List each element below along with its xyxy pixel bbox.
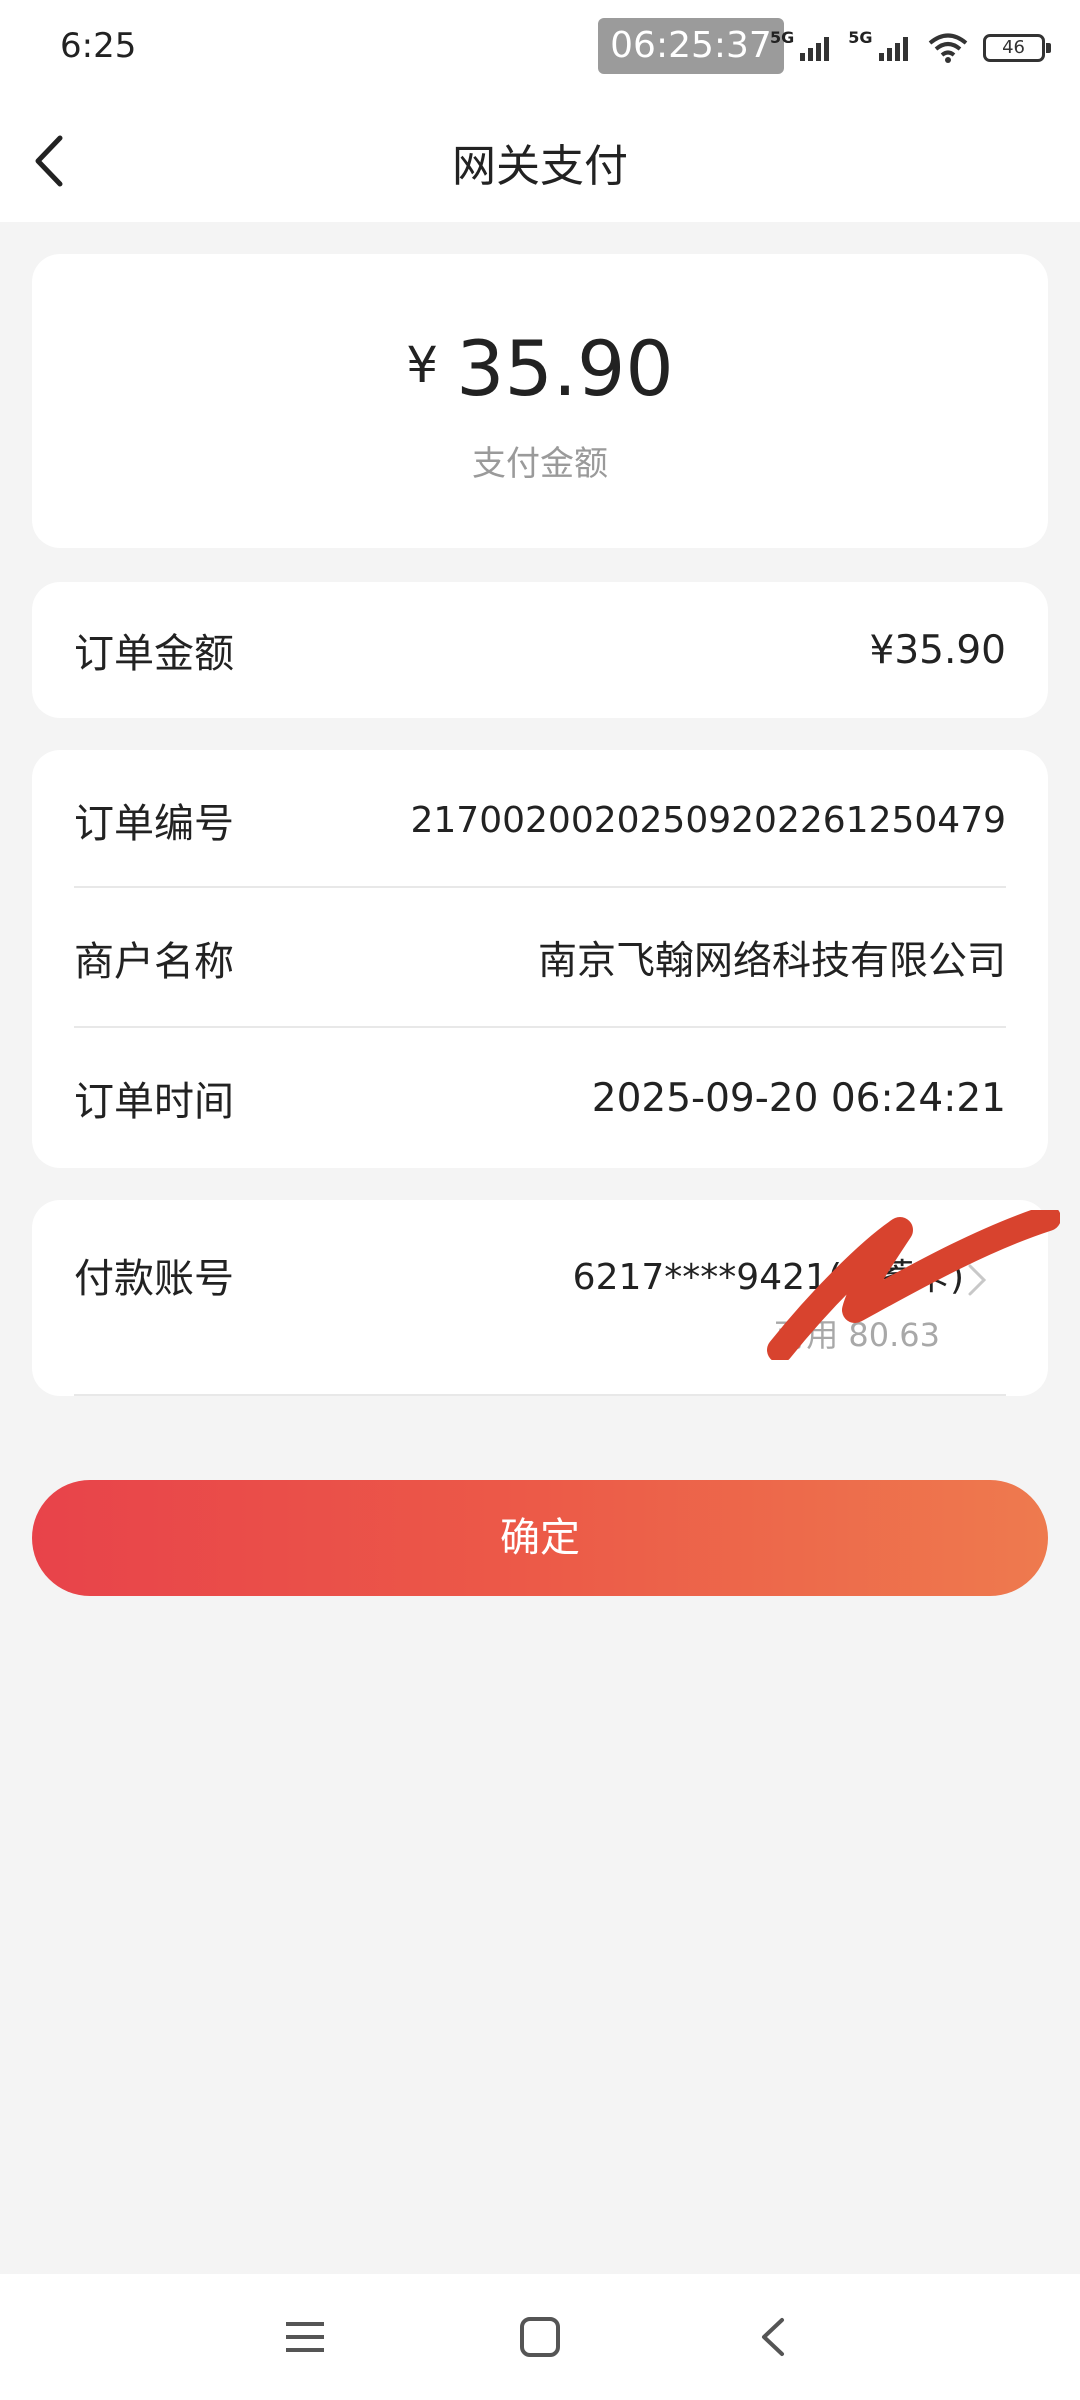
order-details-card: 订单编号 217002002025092022612504​79 商户名称 南京… [32, 750, 1048, 1168]
battery-icon: 46 [982, 34, 1051, 62]
page-title: 网关支付 [452, 141, 628, 192]
signal-icon-2 [878, 37, 908, 61]
payment-amount-label: 支付金额 [472, 444, 608, 484]
merchant-row: 商户名称 南京飞翰网络科技有限公司 [74, 888, 1006, 1028]
payment-amount: ¥35.90 [32, 324, 1048, 413]
back-nav-icon[interactable] [752, 2314, 798, 2360]
order-time-label: 订单时间 [74, 1079, 234, 1125]
order-amount-label: 订单金额 [74, 631, 234, 677]
merchant-label: 商户名称 [74, 939, 234, 985]
menu-icon[interactable] [282, 2314, 328, 2360]
order-amount-value: ¥35.90 [869, 627, 1006, 673]
redaction-scribble [767, 1210, 1060, 1360]
order-amount-row: 订单金额 ¥35.90 [74, 580, 1006, 720]
order-time-value: 2025-09-20 06:24:21 [591, 1075, 1006, 1121]
payment-account-label: 付款账号 [74, 1256, 234, 1302]
currency-symbol: ¥ [406, 335, 439, 394]
order-number-label: 订单编号 [74, 801, 234, 847]
order-number-row: 订单编号 217002002025092022612504​79 [74, 750, 1006, 890]
payment-amount-card: ¥35.90 支付金额 [32, 254, 1048, 548]
order-number-value: 217002002025092022612504​79 [410, 799, 1006, 841]
status-bar: 6:25 06:25:37 5G 5G 46 [0, 0, 1080, 100]
network-type-label-2: 5G [848, 28, 873, 47]
nav-bar: 网关支付 [0, 100, 1080, 222]
clock-badge: 06:25:37 [598, 18, 784, 74]
order-amount-card: 订单金额 ¥35.90 [32, 582, 1048, 718]
confirm-button[interactable]: 确定 [32, 1480, 1048, 1596]
system-navigation-bar [0, 2274, 1080, 2400]
status-icons: 5G 5G 46 [770, 26, 1051, 70]
amount-value: 35.90 [456, 324, 674, 413]
wifi-icon [928, 33, 967, 63]
order-time-row: 订单时间 2025-09-20 06:24:21 [74, 1028, 1006, 1168]
divider [74, 1394, 1006, 1396]
status-time: 6:25 [60, 26, 137, 66]
merchant-value: 南京飞翰网络科技有限公司 [537, 939, 1006, 984]
network-type-label: 5G [770, 28, 795, 47]
home-icon[interactable] [517, 2314, 563, 2360]
signal-icon [800, 37, 830, 61]
